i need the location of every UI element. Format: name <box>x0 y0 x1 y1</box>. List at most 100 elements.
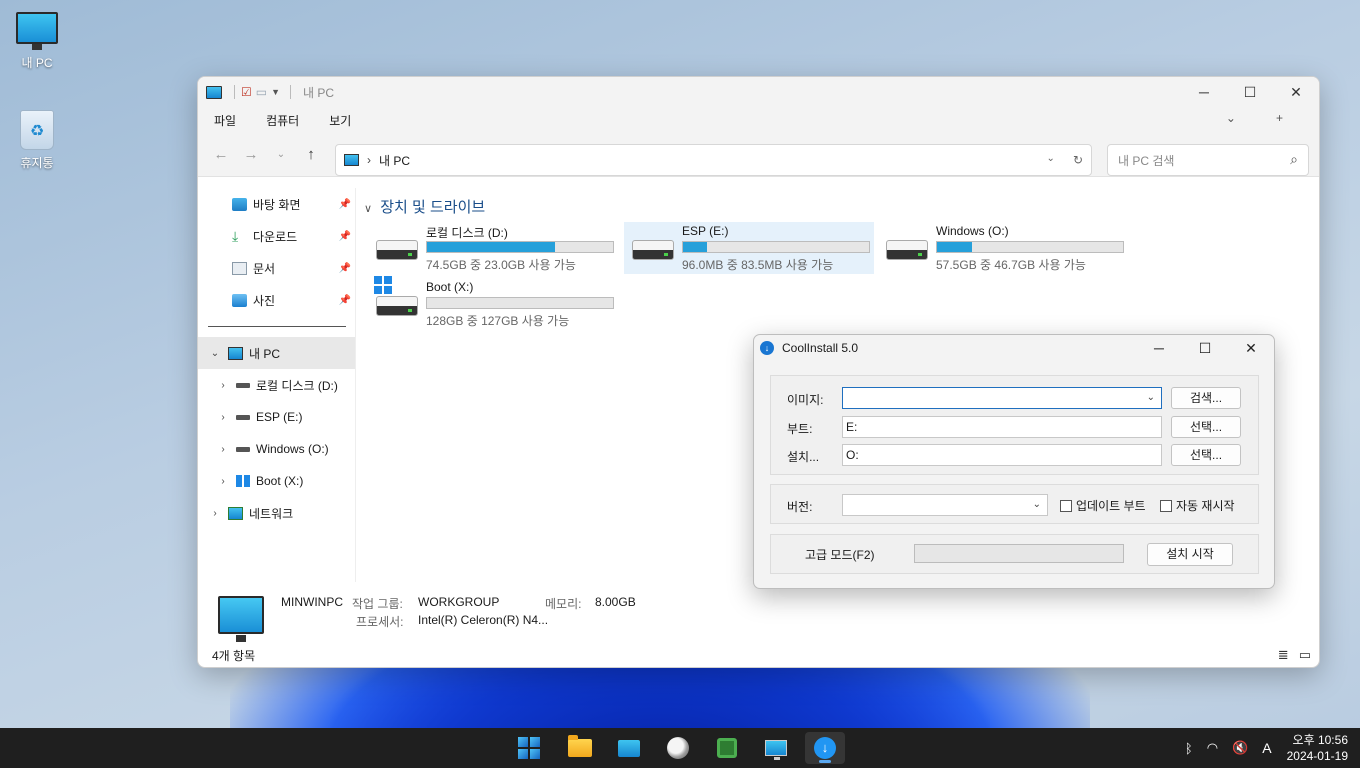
taskbar-coolinstall[interactable]: ↓ <box>805 732 845 764</box>
chevron-right-icon[interactable]: › <box>216 412 230 423</box>
item-count: 4개 항목 <box>212 648 256 663</box>
taskbar-green-app[interactable] <box>707 732 747 764</box>
drive-tile-e[interactable]: ESP (E:) 96.0MB 중 83.5MB 사용 가능 <box>624 222 874 274</box>
start-button[interactable] <box>509 732 549 764</box>
this-pc-icon <box>228 346 243 360</box>
install-select-button[interactable]: 선택... <box>1171 444 1241 466</box>
monitor-icon <box>16 12 58 50</box>
drive-free-text: 74.5GB 중 23.0GB 사용 가능 <box>426 258 576 272</box>
hard-drive-icon <box>886 240 928 260</box>
chevron-right-icon[interactable]: › <box>216 380 230 391</box>
update-boot-checkbox[interactable]: 업데이트 부트 <box>1060 497 1146 514</box>
install-value: O: <box>846 448 859 462</box>
anime-app-icon <box>667 737 689 759</box>
drive-tile-d[interactable]: 로컬 디스크 (D:) 74.5GB 중 23.0GB 사용 가능 <box>360 222 614 274</box>
advanced-mode-label[interactable]: 고급 모드(F2) <box>805 546 875 563</box>
image-select[interactable]: ⌄ <box>842 387 1162 409</box>
minimize-button[interactable]: ─ <box>1136 335 1182 361</box>
chevron-right-icon[interactable]: › <box>216 444 230 455</box>
expand-ribbon-icon[interactable]: ⌄ <box>1226 111 1236 125</box>
taskbar-monitor-app[interactable] <box>609 732 649 764</box>
start-install-button[interactable]: 설치 시작 <box>1147 543 1233 566</box>
boot-input[interactable]: E: <box>842 416 1162 438</box>
up-button[interactable]: ↑ <box>296 146 326 163</box>
sidebar-item-network[interactable]: › 네트워크 <box>198 497 355 529</box>
sidebar-item-label: 문서 <box>253 261 276 276</box>
sidebar-item-drive-x[interactable]: › Boot (X:) <box>198 465 355 497</box>
recent-locations-button[interactable]: ⌄ <box>266 149 296 160</box>
speaker-muted-icon[interactable]: 🔇 <box>1232 740 1248 756</box>
menu-file[interactable]: 파일 <box>214 112 236 129</box>
properties-icon[interactable]: ☑ <box>241 85 252 99</box>
sidebar-item-pictures[interactable]: 사진 📌 <box>198 284 355 316</box>
hard-drive-icon <box>632 240 674 260</box>
desktop-icon-recycle-bin[interactable]: ♻ 휴지통 <box>2 110 72 171</box>
boot-select-button[interactable]: 선택... <box>1171 416 1241 438</box>
clock-time: 오후 10:56 <box>1292 733 1348 747</box>
drive-tile-x[interactable]: Boot (X:) 128GB 중 127GB 사용 가능 <box>360 276 614 330</box>
hard-drive-icon <box>376 240 418 260</box>
coolinstall-icon: ↓ <box>760 341 774 355</box>
install-input[interactable]: O: <box>842 444 1162 466</box>
maximize-button[interactable]: ☐ <box>1182 335 1228 361</box>
add-icon[interactable]: + <box>1276 111 1283 125</box>
back-button[interactable]: ← <box>206 146 236 163</box>
image-search-button[interactable]: 검색... <box>1171 387 1241 409</box>
wifi-icon[interactable]: ◠ <box>1207 740 1218 756</box>
download-icon: ⤓ <box>232 227 239 244</box>
boot-value: E: <box>846 420 858 434</box>
minimize-button[interactable]: ─ <box>1181 77 1227 107</box>
chevron-down-icon: ∨ <box>364 203 373 215</box>
quick-access-dropdown-icon[interactable]: ▼ <box>271 87 280 97</box>
close-button[interactable]: ✕ <box>1228 335 1274 361</box>
details-view-icon[interactable]: ≣ <box>1278 647 1289 663</box>
address-dropdown-icon[interactable]: ⌄ <box>1047 153 1055 167</box>
drive-usage-bar <box>936 241 1124 253</box>
sidebar-item-drive-e[interactable]: › ESP (E:) <box>198 401 355 433</box>
desktop-icon-this-pc[interactable]: 내 PC <box>2 12 72 71</box>
workgroup-value: WORKGROUP <box>418 595 500 609</box>
taskbar-file-explorer[interactable] <box>560 732 600 764</box>
close-button[interactable]: ✕ <box>1273 77 1319 107</box>
checkbox-box <box>1060 499 1072 512</box>
sidebar-item-downloads[interactable]: ⤓ 다운로드 📌 <box>198 220 355 252</box>
menu-view[interactable]: 보기 <box>329 112 351 129</box>
sidebar-item-this-pc[interactable]: ⌄ 내 PC <box>198 337 355 369</box>
clock[interactable]: 오후 10:56 2024-01-19 <box>1287 732 1348 764</box>
search-input[interactable]: 내 PC 검색 ⌕ <box>1107 144 1309 176</box>
title-bar: ☑ ▭ ▼ 내 PC ─ ☐ ✕ <box>198 77 1319 107</box>
processor-value: Intel(R) Celeron(R) N4... <box>418 613 549 627</box>
taskbar-this-pc[interactable] <box>756 732 796 764</box>
input-method-indicator[interactable]: A <box>1262 740 1271 756</box>
dialog-title: CoolInstall 5.0 <box>782 341 859 355</box>
status-bar: 4개 항목 ≣ ▭ <box>198 643 1319 667</box>
windows-drive-icon <box>236 475 250 487</box>
sidebar-item-drive-d[interactable]: › 로컬 디스크 (D:) <box>198 369 355 401</box>
drive-icon <box>236 414 250 420</box>
drive-tile-o[interactable]: Windows (O:) 57.5GB 중 46.7GB 사용 가능 <box>878 222 1128 274</box>
new-folder-icon[interactable]: ▭ <box>256 85 267 99</box>
refresh-icon[interactable]: ↻ <box>1073 153 1083 167</box>
bluetooth-icon[interactable]: ᛒ <box>1185 741 1193 756</box>
group-header[interactable]: ∨ 장치 및 드라이브 <box>364 196 485 217</box>
chevron-right-icon[interactable]: › <box>216 476 230 487</box>
pictures-icon <box>232 293 247 307</box>
address-bar[interactable]: › 내 PC ⌄ ↻ <box>335 144 1092 176</box>
forward-button[interactable]: → <box>236 146 266 163</box>
chevron-right-icon[interactable]: › <box>208 508 222 519</box>
taskbar-anime-app[interactable] <box>658 732 698 764</box>
maximize-button[interactable]: ☐ <box>1227 77 1273 107</box>
tiles-view-icon[interactable]: ▭ <box>1299 647 1311 663</box>
sidebar-item-drive-o[interactable]: › Windows (O:) <box>198 433 355 465</box>
sidebar-item-documents[interactable]: 문서 📌 <box>198 252 355 284</box>
sidebar-item-label: Windows (O:) <box>256 442 329 456</box>
sidebar-item-desktop[interactable]: 바탕 화면 📌 <box>198 188 355 220</box>
menu-computer[interactable]: 컴퓨터 <box>266 112 299 129</box>
drive-usage-fill <box>683 242 708 252</box>
desktop-icon <box>232 197 247 211</box>
chevron-down-icon[interactable]: ⌄ <box>208 348 222 359</box>
image-label: 이미지: <box>787 393 824 407</box>
install-label: 설치... <box>787 450 820 464</box>
auto-restart-checkbox[interactable]: 자동 재시작 <box>1160 497 1235 514</box>
version-select[interactable]: ⌄ <box>842 494 1048 516</box>
